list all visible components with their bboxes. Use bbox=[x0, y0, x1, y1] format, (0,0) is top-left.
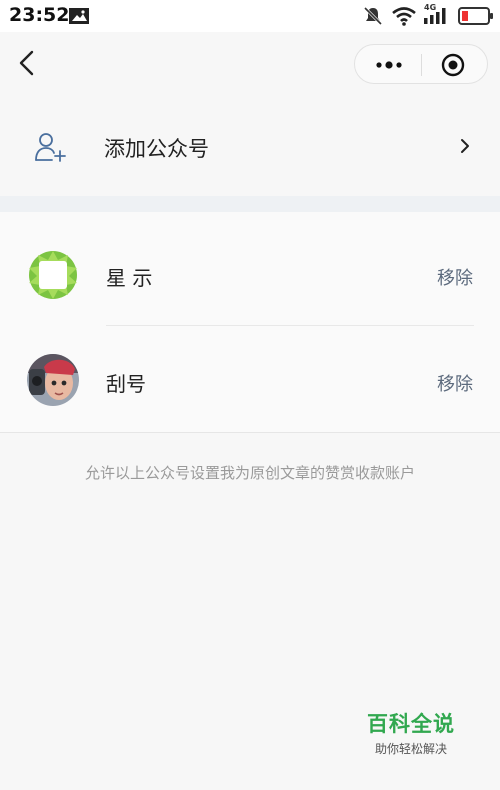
nav-bar bbox=[0, 32, 500, 96]
signal-icon bbox=[424, 8, 446, 24]
wifi-icon bbox=[392, 7, 416, 26]
capsule-menu bbox=[354, 44, 488, 84]
account-list: 星 示 移除 刮号 移除 bbox=[0, 212, 500, 432]
info-note: 允许以上公众号设置我为原创文章的赞赏收款账户 bbox=[84, 464, 415, 482]
list-bottom-divider bbox=[0, 432, 500, 433]
list-item: 星 示 移除 bbox=[0, 212, 500, 326]
list-item: 刮号 移除 bbox=[0, 326, 500, 434]
remove-button[interactable]: 移除 bbox=[437, 370, 473, 396]
add-account-row[interactable]: 添加公众号 bbox=[0, 96, 500, 196]
capsule-divider bbox=[421, 54, 422, 76]
status-bar: 23:52 4G bbox=[0, 0, 500, 32]
green-leaf-avatar bbox=[29, 251, 77, 299]
watermark-logo: 百科全说 助你轻松解决 bbox=[350, 708, 472, 768]
image-icon bbox=[69, 8, 89, 24]
account-name: 刮号 bbox=[106, 372, 146, 396]
watermark-title: 百科全说 bbox=[367, 712, 455, 736]
account-name: 星 示 bbox=[106, 266, 153, 290]
status-time: 23:52 bbox=[9, 4, 70, 26]
add-account-label: 添加公众号 bbox=[104, 137, 209, 161]
remove-button[interactable]: 移除 bbox=[437, 264, 473, 290]
watermark-subtitle: 助你轻松解决 bbox=[374, 742, 447, 756]
battery-icon bbox=[458, 7, 493, 25]
section-gap bbox=[0, 196, 500, 212]
chevron-right-icon bbox=[461, 139, 469, 153]
add-user-icon bbox=[35, 133, 66, 162]
target-icon[interactable] bbox=[441, 53, 465, 77]
back-icon[interactable] bbox=[14, 48, 44, 78]
more-icon[interactable] bbox=[373, 55, 405, 75]
character-avatar bbox=[27, 354, 79, 406]
mute-icon bbox=[363, 6, 383, 26]
